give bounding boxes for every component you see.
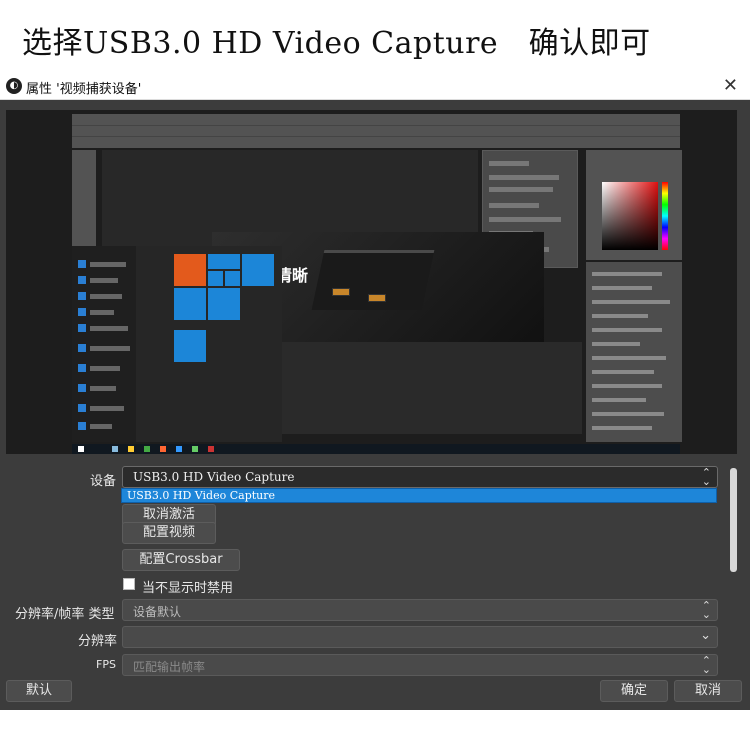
updown-icon: ⌃ ⌄ <box>701 466 711 488</box>
disable-when-hidden-checkbox[interactable] <box>123 578 135 590</box>
start-menu-list <box>72 246 136 442</box>
chevron-down-icon: ⌄ <box>700 628 711 643</box>
fps-value: 匹配输出帧率 <box>133 660 206 674</box>
device-select-value: USB3.0 HD Video Capture <box>133 470 295 484</box>
ps-color-gradient <box>602 182 658 250</box>
close-icon[interactable]: ✕ <box>723 75 738 96</box>
defaults-button[interactable]: 默认 <box>6 680 72 702</box>
res-fps-type-label: 分辨率/帧率 类型 <box>15 607 115 622</box>
config-video-button[interactable]: 配置视频 <box>122 522 216 544</box>
photos-tile <box>208 288 240 320</box>
config-crossbar-button[interactable]: 配置Crossbar <box>122 549 240 571</box>
edge-tile <box>174 288 206 320</box>
windows-taskbar <box>72 444 680 454</box>
properties-window: ◐ 属性 '视频捕获设备' ✕ 清晰 设备 USB3.0 HD Video Ca… <box>0 72 750 710</box>
res-fps-type-select[interactable]: 设备默认 ⌃ ⌄ <box>122 599 718 621</box>
top-banner: 选择USB3.0 HD Video Capture 确认即可 <box>0 0 750 72</box>
updown-icon: ⌃ ⌄ <box>701 599 711 621</box>
form-scrollbar-thumb[interactable] <box>730 468 737 572</box>
ok-button[interactable]: 确定 <box>600 680 668 702</box>
calendar-tile <box>242 254 274 286</box>
store-tile <box>174 330 206 362</box>
ps-layers-panel <box>586 262 682 442</box>
mail-tile <box>208 254 240 269</box>
fps-select[interactable]: 匹配输出帧率 ⌃ ⌄ <box>122 654 718 676</box>
office-tile <box>174 254 206 286</box>
fps-label: FPS <box>96 658 116 671</box>
device-dropdown-option[interactable]: USB3.0 HD Video Capture <box>121 488 717 503</box>
device-label: 设备 <box>90 474 117 489</box>
ps-hue-strip <box>662 182 668 250</box>
hdmi-port <box>332 288 350 296</box>
cancel-button[interactable]: 取消 <box>674 680 742 702</box>
device-select[interactable]: USB3.0 HD Video Capture ⌃ ⌄ <box>122 466 718 488</box>
banner-text: 选择USB3.0 HD Video Capture 确认即可 <box>22 26 651 61</box>
hdmi-port <box>368 294 386 302</box>
small-tile <box>225 271 240 286</box>
resolution-select[interactable]: ⌄ <box>122 626 718 648</box>
small-tile <box>208 271 223 286</box>
window-title: 属性 '视频捕获设备' <box>26 82 142 97</box>
obs-app-icon: ◐ <box>6 78 22 94</box>
capture-preview: 清晰 <box>6 110 737 454</box>
updown-icon: ⌃ ⌄ <box>701 654 711 676</box>
title-bar: ◐ 属性 '视频捕获设备' ✕ <box>0 72 750 100</box>
res-fps-type-value: 设备默认 <box>133 605 182 619</box>
resolution-label: 分辨率 <box>78 634 118 649</box>
disable-when-hidden-label: 当不显示时禁用 <box>142 581 234 596</box>
ps-menubar <box>72 114 680 148</box>
